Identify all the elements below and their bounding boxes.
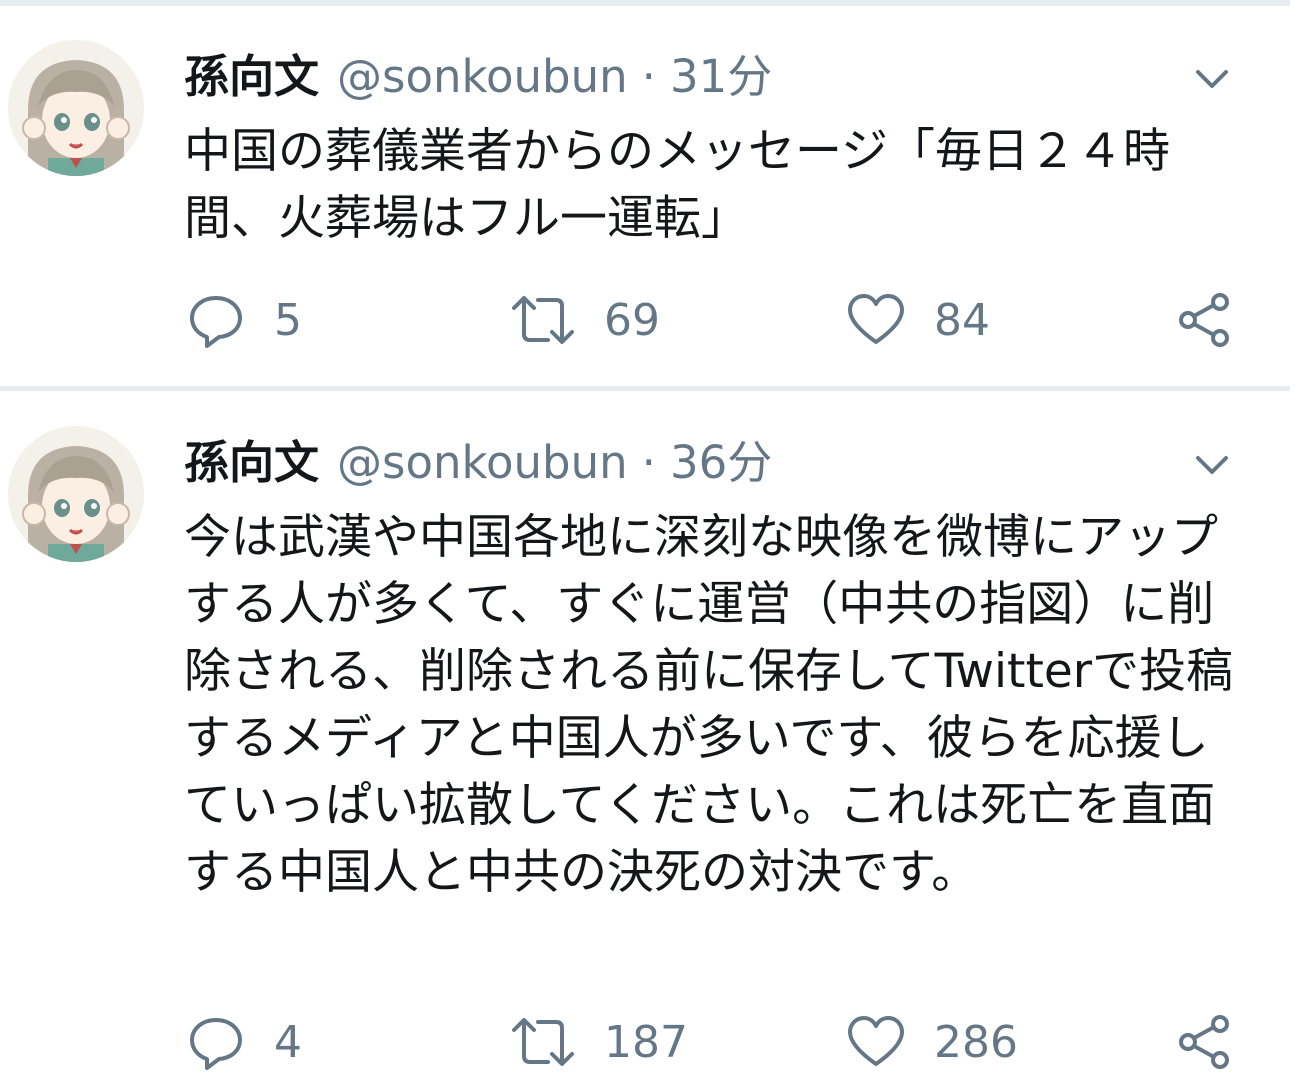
retweet-count: 69	[604, 294, 660, 346]
avatar-image	[8, 40, 144, 176]
chevron-down-icon[interactable]	[1192, 448, 1232, 484]
separator: ·	[641, 50, 656, 103]
tweet-header: 孫向文 @sonkoubun · 31分	[184, 46, 772, 108]
tweet[interactable]: 孫向文 @sonkoubun · 36分 今は武漢や中国各地に深刻な映像を微博に…	[0, 392, 1303, 1080]
separator: ·	[641, 436, 656, 489]
share-button[interactable]	[1174, 1012, 1234, 1072]
chevron-down-icon[interactable]	[1192, 62, 1232, 98]
handle[interactable]: @sonkoubun	[337, 46, 628, 108]
retweet-button[interactable]: 187	[510, 1012, 688, 1072]
tweet-text: 今は武漢や中国各地に深刻な映像を微博にアップする人が多くて、すぐに運営（中共の指…	[184, 510, 1234, 900]
reply-button[interactable]: 5	[186, 290, 302, 350]
like-icon	[848, 294, 904, 344]
handle[interactable]: @sonkoubun	[337, 432, 628, 494]
action-bar: 5 69 84	[184, 290, 1244, 350]
like-button[interactable]: 286	[846, 1012, 1018, 1072]
display-name[interactable]: 孫向文	[184, 432, 319, 494]
avatar[interactable]	[8, 40, 144, 176]
avatar-image	[8, 426, 144, 562]
reply-icon	[190, 1018, 242, 1070]
like-count: 286	[934, 1016, 1018, 1068]
reply-icon	[190, 296, 242, 348]
avatar[interactable]	[8, 426, 144, 562]
share-icon	[1179, 293, 1229, 347]
display-name[interactable]: 孫向文	[184, 46, 319, 108]
reply-button[interactable]: 4	[186, 1012, 302, 1072]
retweet-icon	[512, 1018, 574, 1066]
tweet[interactable]: 孫向文 @sonkoubun · 31分 中国の葬儀業者からのメッセージ「毎日２…	[0, 6, 1303, 388]
tweet-divider	[0, 386, 1290, 391]
tweet-text: 中国の葬儀業者からのメッセージ「毎日２４時間、火葬場はフル一運転」	[184, 124, 1171, 246]
like-button[interactable]: 84	[846, 290, 990, 350]
share-button[interactable]	[1174, 290, 1234, 350]
like-count: 84	[934, 294, 990, 346]
retweet-count: 187	[604, 1016, 688, 1068]
retweet-button[interactable]: 69	[510, 290, 660, 350]
timestamp[interactable]: 36分	[670, 432, 772, 494]
retweet-icon	[512, 296, 574, 344]
action-bar: 4 187 286	[184, 1012, 1244, 1072]
like-icon	[848, 1016, 904, 1066]
reply-count: 5	[274, 294, 302, 346]
timestamp[interactable]: 31分	[670, 46, 772, 108]
share-icon	[1179, 1015, 1229, 1069]
tweet-header: 孫向文 @sonkoubun · 36分	[184, 432, 772, 494]
reply-count: 4	[274, 1016, 302, 1068]
